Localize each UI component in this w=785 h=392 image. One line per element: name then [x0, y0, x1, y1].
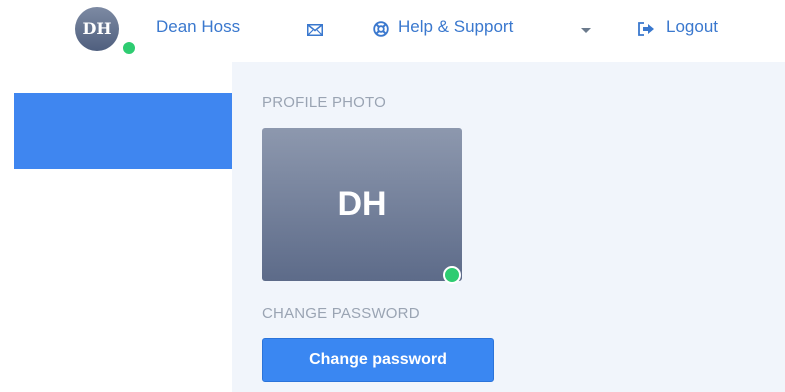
logout-link[interactable]: Logout [666, 17, 718, 37]
profile-photo[interactable]: DH [262, 128, 462, 281]
user-name-link[interactable]: Dean Hoss [156, 17, 240, 37]
user-avatar[interactable]: DH [75, 7, 119, 51]
sidebar [0, 62, 232, 392]
sidebar-active-item[interactable] [14, 93, 232, 169]
profile-settings-panel: PROFILE PHOTO DH CHANGE PASSWORD Change … [232, 62, 785, 392]
sign-out-icon[interactable] [637, 22, 655, 36]
change-password-label: CHANGE PASSWORD [262, 305, 420, 322]
top-header: . DH Dean Hoss Help & Support Logout [0, 0, 785, 68]
help-support-menu[interactable]: Help & Support [398, 17, 513, 37]
profile-online-indicator [443, 266, 461, 284]
lifebuoy-icon[interactable] [373, 21, 389, 37]
chevron-down-icon[interactable] [581, 28, 591, 33]
profile-photo-label: PROFILE PHOTO [262, 94, 387, 111]
online-status-indicator [121, 40, 137, 56]
page: . DH Dean Hoss Help & Support Logout PRO… [0, 0, 785, 392]
change-password-button[interactable]: Change password [262, 338, 494, 382]
mail-icon[interactable] [307, 24, 323, 36]
